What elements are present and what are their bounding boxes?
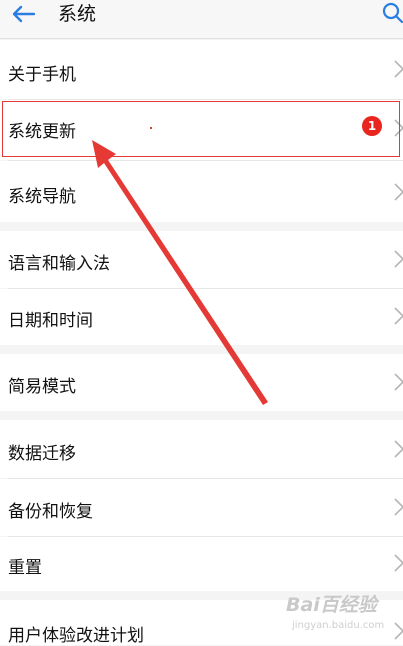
settings-item-data-migration[interactable]: 数据迁移 — [0, 420, 403, 478]
search-icon[interactable] — [382, 2, 403, 24]
chevron-right-icon — [394, 183, 403, 201]
chevron-right-icon — [394, 307, 403, 325]
settings-item-label: 用户体验改进计划 — [8, 626, 144, 646]
chevron-right-icon — [394, 250, 403, 268]
settings-item-system-navigation[interactable]: 系统导航 — [0, 161, 403, 222]
annotation-dot — [150, 127, 152, 129]
settings-item-backup[interactable]: 备份和恢复 — [0, 479, 403, 536]
top-bar: 系统 — [0, 0, 403, 39]
settings-item-label: 备份和恢复 — [8, 502, 93, 522]
chevron-right-icon — [394, 119, 403, 137]
settings-item-about[interactable]: 关于手机 — [0, 40, 403, 99]
chevron-right-icon — [394, 440, 403, 458]
back-arrow-icon[interactable] — [10, 4, 36, 24]
settings-item-label: 系统导航 — [8, 187, 76, 207]
chevron-right-icon — [394, 60, 403, 78]
settings-item-language[interactable]: 语言和输入法 — [0, 231, 403, 288]
settings-item-label: 重置 — [8, 558, 42, 578]
settings-item-system-update[interactable]: 系统更新 — [0, 100, 403, 160]
update-count-badge: 1 — [362, 116, 382, 136]
settings-item-label: 系统更新 — [8, 122, 76, 142]
settings-item-label: 日期和时间 — [8, 311, 93, 331]
chevron-right-icon — [394, 498, 403, 516]
settings-item-simple-mode[interactable]: 简易模式 — [0, 354, 403, 411]
settings-item-reset[interactable]: 重置 — [0, 537, 403, 591]
watermark-subtext: jingyan.baidu.com — [292, 620, 385, 631]
chevron-right-icon — [394, 373, 403, 391]
settings-item-label: 语言和输入法 — [8, 254, 110, 274]
watermark-text: Bai百经验 — [286, 594, 377, 616]
settings-item-label: 简易模式 — [8, 377, 76, 397]
settings-item-label: 关于手机 — [8, 65, 76, 85]
baidu-watermark: Bai百经验 jingyan.baidu.com — [286, 590, 398, 640]
settings-item-label: 数据迁移 — [8, 444, 76, 464]
page-title: 系统 — [58, 3, 97, 25]
chevron-right-icon — [394, 554, 403, 572]
settings-item-date-time[interactable]: 日期和时间 — [0, 289, 403, 345]
